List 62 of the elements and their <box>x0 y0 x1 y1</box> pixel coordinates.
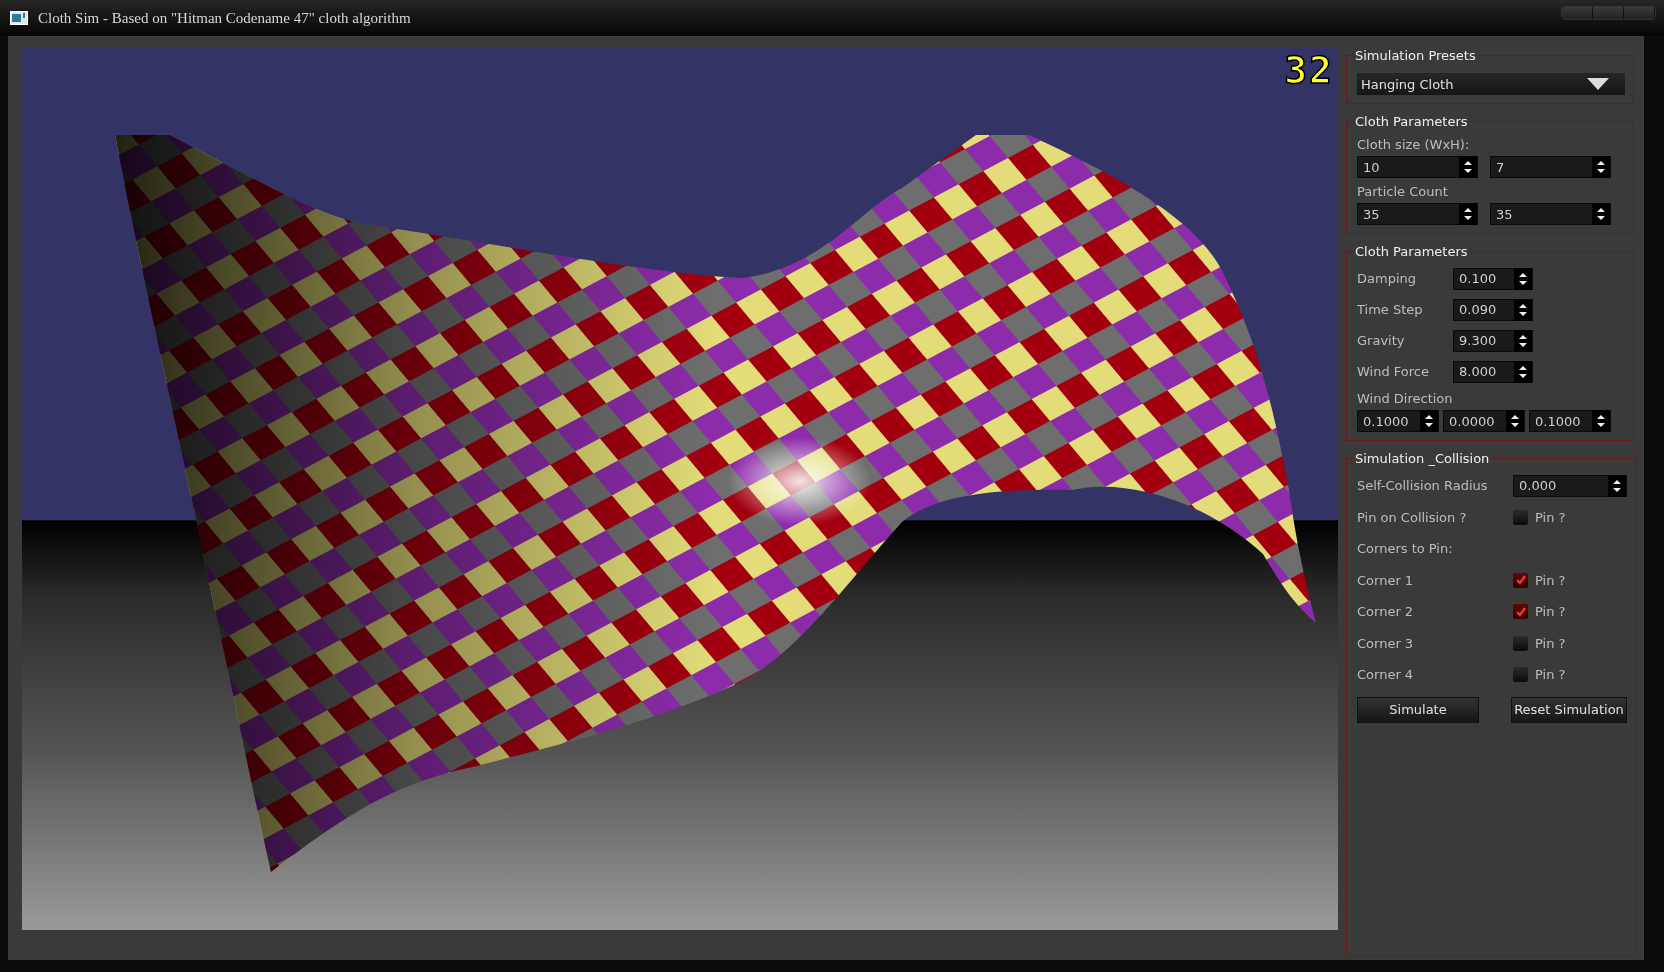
spin-arrows-icon <box>1608 474 1626 497</box>
group-title: Cloth Parameters <box>1354 114 1469 129</box>
simulate-button[interactable]: Simulate <box>1357 696 1479 723</box>
field-label: Corner 4 <box>1357 667 1415 683</box>
field-label: Cloth size (WxH): <box>1357 137 1471 152</box>
spin-field[interactable]: 35 <box>1490 203 1611 225</box>
maximize-button[interactable] <box>1593 7 1624 19</box>
field-label: Wind Direction <box>1357 391 1454 406</box>
spin-field[interactable]: 0.1000 <box>1529 410 1611 432</box>
spin-field[interactable]: 35 <box>1357 203 1478 225</box>
checkbox[interactable] <box>1513 604 1528 620</box>
field-label: Wind Force <box>1357 364 1430 379</box>
spin-arrows-icon <box>1514 360 1532 383</box>
spin-arrows-icon <box>1420 410 1438 432</box>
spin-arrows-icon <box>1592 410 1610 432</box>
spin-arrows-icon <box>1459 156 1477 178</box>
spin-field[interactable]: 7 <box>1490 156 1611 178</box>
spin-field[interactable]: 0.1000 <box>1357 410 1439 432</box>
checkbox[interactable] <box>1513 572 1528 588</box>
dropdown-arrow-icon <box>1587 78 1609 90</box>
field-label: Corner 3 <box>1357 635 1415 651</box>
field-label: Gravity <box>1357 333 1406 348</box>
checkbox[interactable] <box>1513 667 1528 683</box>
spin-field[interactable]: 0.090 <box>1453 298 1533 321</box>
spin-field[interactable]: 0.0000 <box>1443 410 1525 432</box>
checkbox[interactable] <box>1513 509 1528 525</box>
spin-arrows-icon <box>1592 156 1610 178</box>
spin-arrows-icon <box>1459 203 1477 225</box>
checkbox-label: Pin ? <box>1535 572 1566 588</box>
checkbox-label: Pin ? <box>1535 635 1566 651</box>
preset-dropdown[interactable]: Hanging Cloth <box>1357 73 1625 95</box>
spin-arrows-icon <box>1514 329 1532 352</box>
window-title: Cloth Sim - Based on "Hitman Codename 47" cloth algorithm <box>38 9 412 27</box>
spin-field[interactable]: 10 <box>1357 156 1478 178</box>
checkbox-label: Pin ? <box>1535 667 1566 683</box>
group-title: Simulation _Collision <box>1354 451 1491 466</box>
spin-arrows-icon <box>1592 203 1610 225</box>
spin-arrows-icon <box>1514 298 1532 321</box>
spin-arrows-icon <box>1514 267 1532 290</box>
spin-field[interactable]: 0.000 <box>1513 474 1627 497</box>
checkbox-label: Pin ? <box>1535 604 1566 620</box>
spin-field[interactable]: 0.100 <box>1453 267 1533 290</box>
group-title: Simulation Presets <box>1354 48 1477 63</box>
field-label: Corner 1 <box>1357 572 1415 588</box>
field-label: Self-Collision Radius <box>1357 478 1489 494</box>
minimize-button[interactable] <box>1562 7 1593 19</box>
spin-arrows-icon <box>1506 410 1524 432</box>
field-label: Time Step <box>1357 302 1424 317</box>
field-label: Pin on Collision ? <box>1357 509 1468 525</box>
checkbox-label: Pin ? <box>1535 509 1566 525</box>
group-title: Cloth Parameters <box>1354 244 1469 259</box>
app-icon <box>10 11 28 25</box>
field-label: Damping <box>1357 271 1417 286</box>
spin-field[interactable]: 9.300 <box>1453 329 1533 352</box>
field-label: Corners to Pin: <box>1357 541 1454 557</box>
close-button[interactable] <box>1624 7 1655 19</box>
field-label: Corner 2 <box>1357 604 1415 620</box>
checkbox[interactable] <box>1513 635 1528 651</box>
field-label: Particle Count <box>1357 184 1449 199</box>
reset-button[interactable]: Reset Simulation <box>1511 696 1627 723</box>
fps-counter: 32 <box>1284 48 1334 92</box>
spin-field[interactable]: 8.000 <box>1453 360 1533 383</box>
